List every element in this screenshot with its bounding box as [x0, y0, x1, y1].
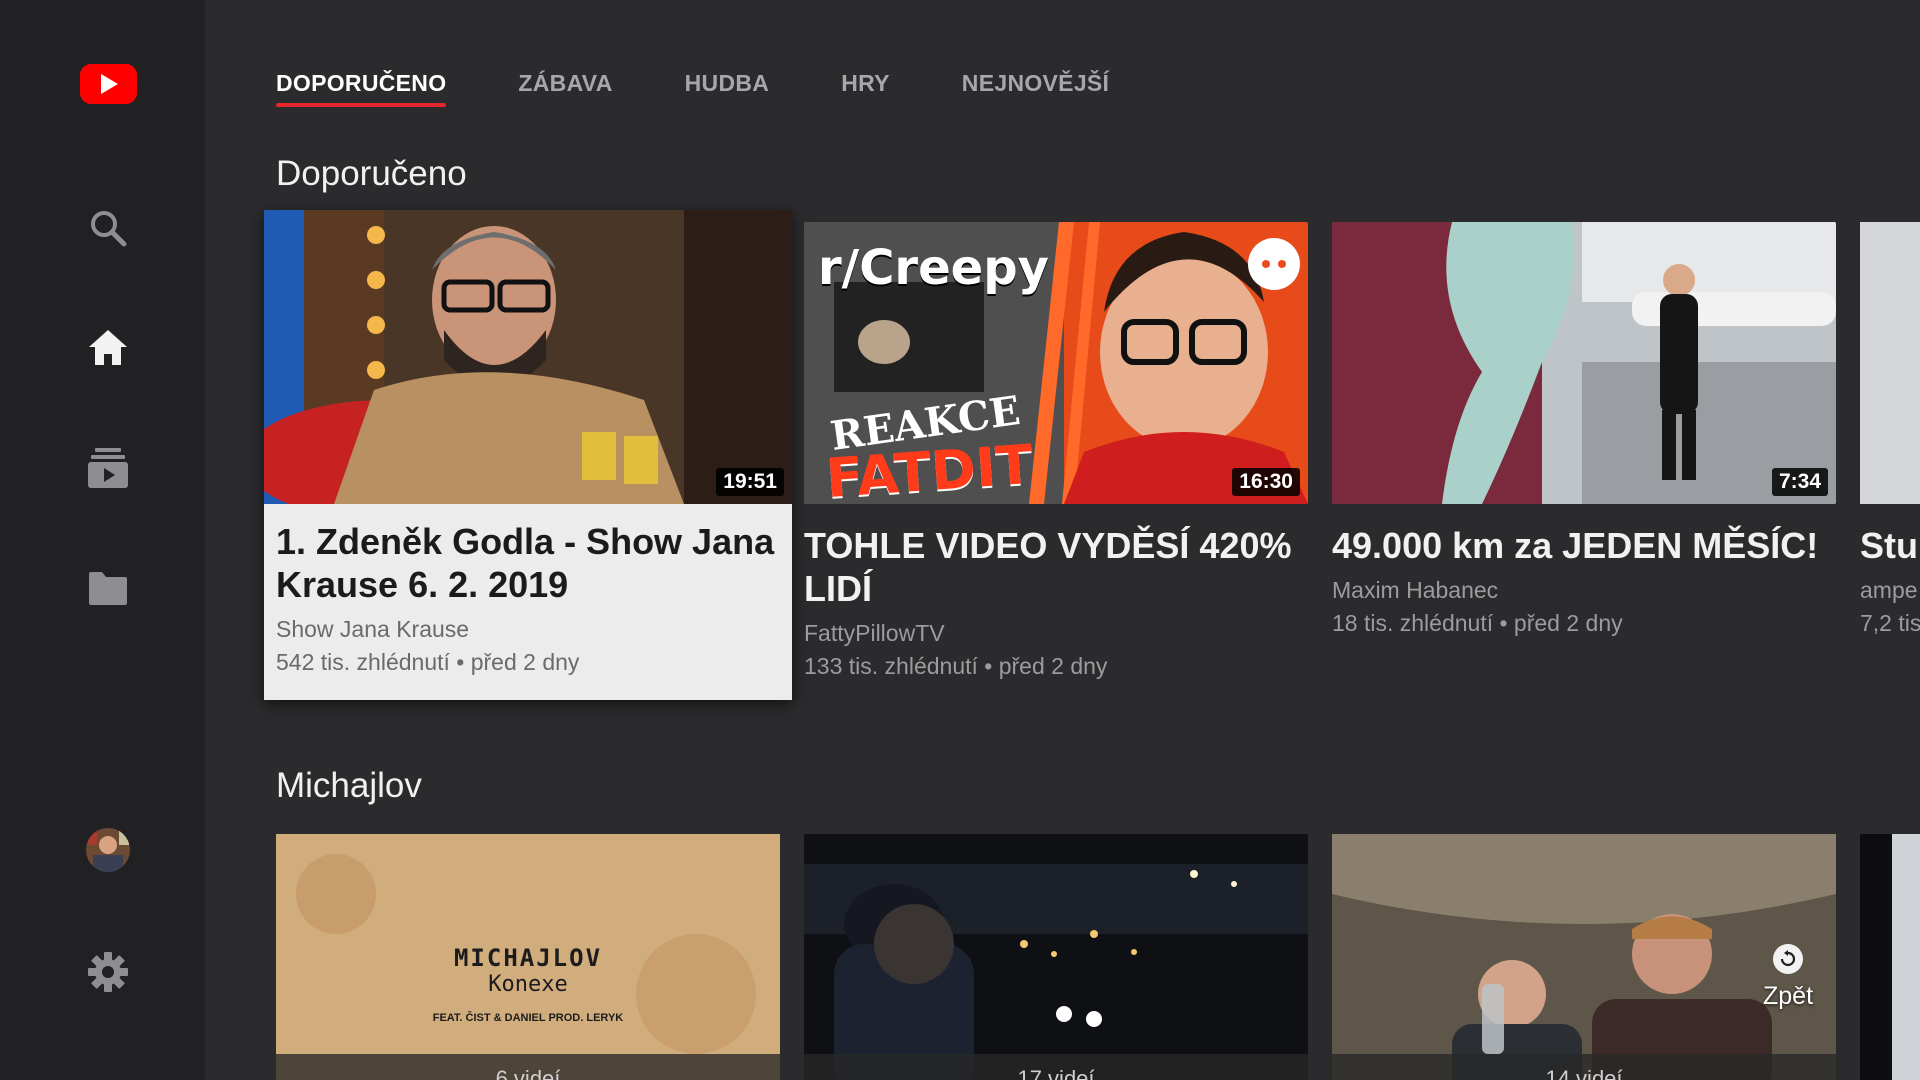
video-meta: 7,2 tis	[1860, 610, 1920, 636]
video-meta: 542 tis. zhlédnutí • před 2 dny	[276, 649, 580, 675]
thumb-overlay-text: r/Creepy	[818, 240, 1049, 296]
playlist-count: 6 videí	[495, 1066, 561, 1080]
video-card[interactable]: 19:51 1. Zdeněk Godla - Show Jana Krause…	[264, 210, 792, 700]
video-channel: FattyPillowTV	[804, 620, 945, 646]
video-meta: 18 tis. zhlédnutí • před 2 dny	[1332, 610, 1623, 636]
video-title: 49.000 km za JEDEN MĚSÍC!	[1332, 525, 1819, 566]
avatar[interactable]	[83, 825, 133, 875]
back-icon	[1773, 944, 1803, 974]
video-thumbnail: 19:51	[264, 210, 792, 504]
playlist-card[interactable]: 17 videí	[804, 834, 1308, 1080]
video-thumbnail	[1860, 222, 1920, 504]
home-icon[interactable]	[83, 323, 133, 373]
video-thumbnail: 7:34	[1332, 222, 1836, 504]
video-channel: Maxim Habanec	[1332, 577, 1499, 603]
video-channel: Show Jana Krause	[276, 616, 470, 642]
video-card[interactable]: 7:34 49.000 km za JEDEN MĚSÍC! Maxim Hab…	[1332, 222, 1836, 637]
subscriptions-icon[interactable]	[83, 443, 133, 493]
video-meta: 133 tis. zhlédnutí • před 2 dny	[804, 653, 1108, 679]
video-card[interactable]: r/Creepy REAKCE FATDIT 16:30 TOHLE VIDEO…	[804, 222, 1308, 680]
tab-hudba[interactable]: HUDBA	[685, 70, 770, 107]
playlist-count-strip: 17 videí	[804, 1054, 1308, 1080]
tab-zabava[interactable]: ZÁBAVA	[518, 70, 612, 107]
video-title: Stu Patr	[1860, 525, 1920, 566]
section-title-recommended: Doporučeno	[276, 154, 467, 193]
youtube-tv-home: DOPORUČENO ZÁBAVA HUDBA HRY NEJNOVĚJŠÍ D…	[0, 0, 1920, 1080]
playlist-card[interactable]	[1860, 834, 1920, 1080]
video-duration: 7:34	[1771, 468, 1828, 496]
playlist-count: 14 videí	[1545, 1066, 1623, 1080]
video-title: 1. Zdeněk Godla - Show Jana Krause 6. 2.…	[276, 521, 775, 605]
video-channel: ampe	[1860, 577, 1918, 603]
video-card[interactable]: Stu Patr ampe 7,2 tis	[1860, 222, 1920, 682]
playlist-count-strip: 14 videí	[1332, 1054, 1836, 1080]
settings-icon[interactable]	[83, 947, 133, 997]
playlist-thumbnail	[1892, 834, 1920, 1080]
library-icon[interactable]	[83, 563, 133, 613]
back-hint[interactable]: Zpět	[1752, 944, 1824, 1011]
playlist-thumb-subtitle: Konexe	[488, 972, 568, 997]
tab-nejnovejsi[interactable]: NEJNOVĚJŠÍ	[962, 70, 1109, 107]
sidebar	[0, 0, 205, 1080]
playlist-card[interactable]: MICHAJLOV Konexe FEAT. ČIST & DANIEL PRO…	[276, 834, 780, 1080]
playlist-thumb-credits: FEAT. ČIST & DANIEL PROD. LERYK	[432, 1012, 624, 1024]
video-duration: 16:30	[1232, 468, 1300, 496]
youtube-logo[interactable]	[80, 64, 137, 104]
tab-hry[interactable]: HRY	[841, 70, 890, 107]
playlist-count-strip: 6 videí	[276, 1054, 780, 1080]
back-label: Zpět	[1762, 982, 1814, 1010]
play-icon	[100, 74, 118, 94]
section-title-michajlov: Michajlov	[276, 766, 422, 805]
tab-doporuceno[interactable]: DOPORUČENO	[276, 70, 447, 107]
playlist-thumb-title: MICHAJLOV	[453, 944, 603, 972]
search-icon[interactable]	[83, 203, 133, 253]
playlist-count: 17 videí	[1017, 1066, 1095, 1080]
video-title: TOHLE VIDEO VYDĚSÍ 420% LIDÍ	[804, 525, 1292, 609]
video-thumbnail: r/Creepy REAKCE FATDIT 16:30	[804, 222, 1308, 504]
video-duration: 19:51	[716, 468, 784, 496]
category-tabs: DOPORUČENO ZÁBAVA HUDBA HRY NEJNOVĚJŠÍ	[276, 70, 1181, 107]
